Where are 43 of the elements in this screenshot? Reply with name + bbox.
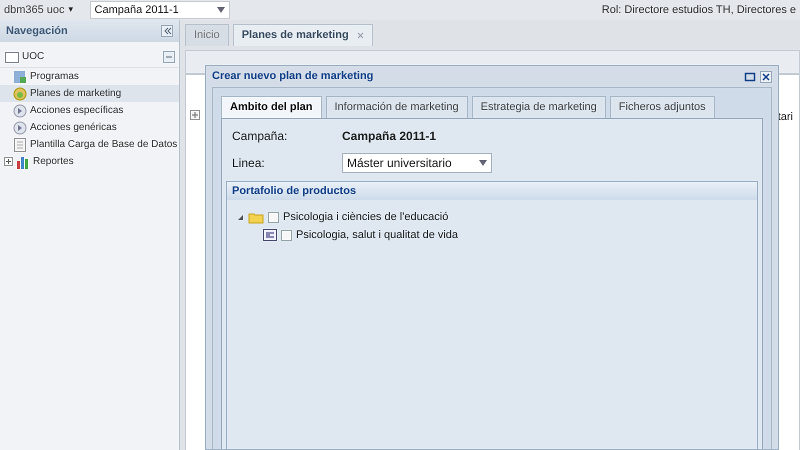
table-icon xyxy=(12,68,28,84)
user-menu[interactable]: dbm365 uoc xyxy=(4,2,65,18)
play-icon xyxy=(12,102,28,118)
dialog-title: Crear nuevo plan de marketing xyxy=(212,69,374,84)
panel-title: Navegación xyxy=(6,24,68,39)
collapse-icon[interactable] xyxy=(163,50,175,62)
select-value: Campaña 2011-1 xyxy=(94,2,179,18)
checkbox[interactable] xyxy=(268,212,279,222)
role-text: Rol: Directore estudios TH, Directores e xyxy=(602,2,796,18)
line-select[interactable]: Máster universitario xyxy=(342,153,492,173)
list-icon xyxy=(263,229,277,241)
document-icon xyxy=(12,136,28,152)
select-value: Máster universitario xyxy=(347,155,452,172)
tab[interactable]: Planes de marketing xyxy=(232,24,373,46)
field-value: Campaña 2011-1 xyxy=(342,128,436,145)
folder-icon xyxy=(248,210,264,224)
tree-item[interactable]: Programas xyxy=(30,69,79,84)
expand-icon[interactable] xyxy=(4,157,13,166)
tab[interactable]: Estrategia de marketing xyxy=(472,96,606,118)
play-icon xyxy=(12,120,28,136)
collapse-icon[interactable] xyxy=(237,214,244,220)
tab[interactable]: Información de marketing xyxy=(326,96,468,118)
tree-item[interactable]: Reportes xyxy=(33,154,74,169)
dropdown-icon xyxy=(479,160,487,166)
field-label: Campaña: xyxy=(232,128,288,145)
collapse-icon[interactable] xyxy=(161,25,173,37)
tree-item[interactable]: UOC xyxy=(22,49,44,64)
close-icon[interactable] xyxy=(760,70,772,82)
tree-item[interactable]: Acciones específicas xyxy=(30,103,124,118)
campaign-select[interactable]: Campaña 2011-1 xyxy=(90,1,230,19)
checkbox[interactable] xyxy=(281,230,292,240)
tree-item[interactable]: Psicologia, salut i qualitat de vida xyxy=(296,226,458,244)
tab[interactable]: Ambito del plan xyxy=(221,96,322,118)
tab[interactable]: Ficheros adjuntos xyxy=(610,96,715,118)
caret-icon[interactable]: ▾ xyxy=(68,3,74,17)
panel-title: Portafolio de productos xyxy=(232,184,356,199)
dropdown-icon xyxy=(216,7,225,13)
field-label: Linea: xyxy=(232,155,266,172)
maximize-icon[interactable] xyxy=(744,70,756,82)
tree-item[interactable]: Plantilla Carga de Base de Datos xyxy=(30,137,178,152)
tree-item[interactable]: Psicologia i ciències de l'educació xyxy=(283,208,448,226)
tree-item[interactable]: Acciones genéricas xyxy=(30,120,117,135)
expand-icon[interactable] xyxy=(190,110,200,120)
